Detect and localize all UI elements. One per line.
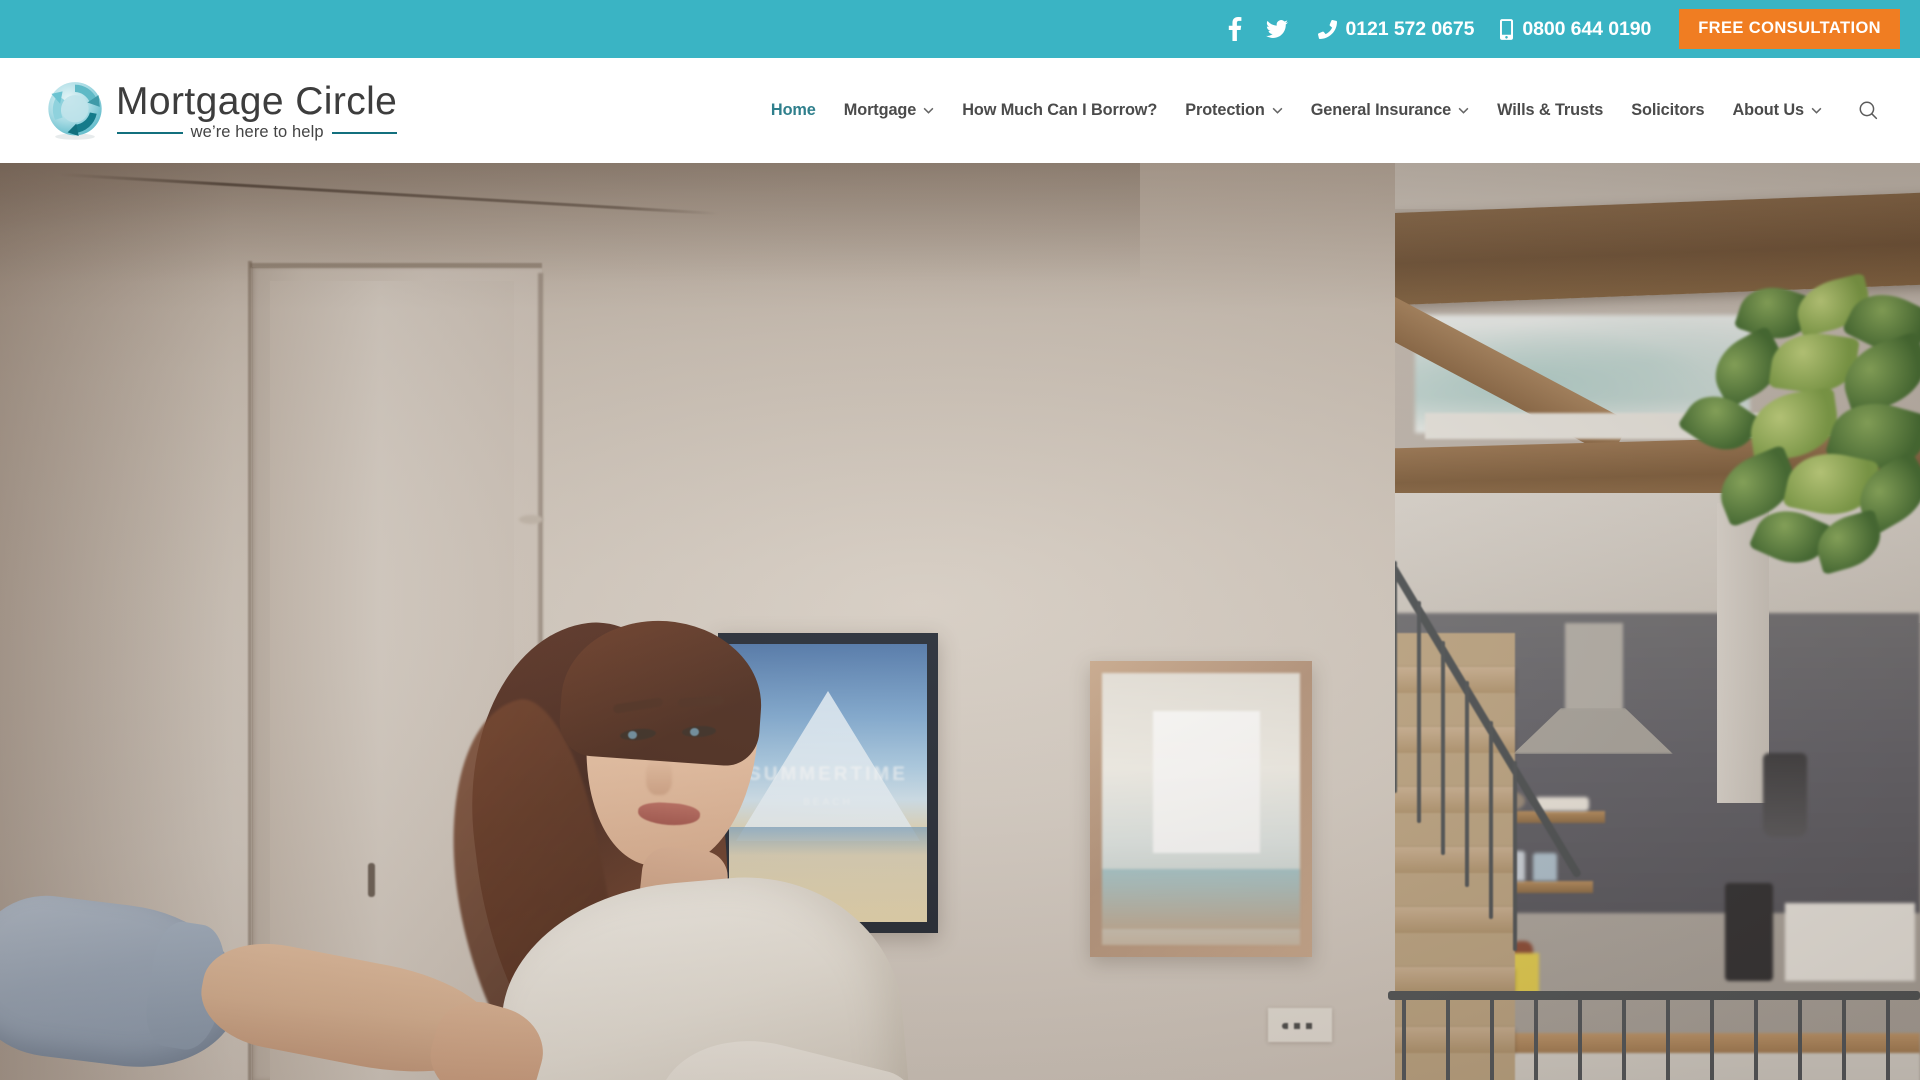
door-handle	[368, 863, 375, 897]
hero-image: SUMMERTIME BEACH	[0, 163, 1920, 1080]
primary-navigation: Home Mortgage How Much Can I Borrow? Pro…	[757, 91, 1920, 131]
landline-number: 0121 572 0675	[1345, 17, 1475, 40]
nav-label: Home	[770, 101, 816, 119]
nav-label: About Us	[1732, 101, 1804, 119]
chevron-down-icon	[923, 107, 934, 114]
logo-text-block: Mortgage Circle we’re here to help	[116, 79, 398, 142]
wall-thermostat	[1268, 1008, 1332, 1042]
nav-item-wills-and-trusts[interactable]: Wills & Trusts	[1483, 91, 1617, 130]
mobile-phone-link[interactable]: 0800 644 0190	[1500, 18, 1651, 41]
landing-railing	[1388, 991, 1920, 1080]
ceiling-spotlight	[519, 515, 543, 524]
framed-poster-wood	[1090, 661, 1312, 957]
door-header-edge	[250, 263, 542, 268]
phone-icon	[1317, 19, 1337, 39]
nav-label: Mortgage	[843, 101, 917, 119]
free-consultation-button[interactable]: FREE CONSULTATION	[1679, 9, 1900, 49]
nav-label: Protection	[1185, 101, 1265, 119]
nav-label: Wills & Trusts	[1497, 101, 1604, 119]
hero-photo-composition: SUMMERTIME BEACH	[0, 163, 1920, 1080]
woman-figure	[416, 581, 1030, 1080]
poster-sea-shape	[1102, 868, 1300, 929]
top-bar-inner: 0121 572 0675 0800 644 0190 FREE CONSULT…	[1214, 0, 1920, 58]
railing-top-rail	[1388, 991, 1920, 1000]
nav-label: Solicitors	[1631, 101, 1705, 119]
top-utility-bar: 0121 572 0675 0800 644 0190 FREE CONSULT…	[0, 0, 1920, 58]
nav-item-home[interactable]: Home	[757, 91, 830, 130]
facebook-icon[interactable]	[1220, 14, 1250, 44]
stair-balustrade	[1395, 463, 1635, 1023]
chevron-down-icon	[1811, 107, 1822, 114]
mobile-number: 0800 644 0190	[1522, 17, 1652, 40]
nav-item-general-insurance[interactable]: General Insurance	[1297, 91, 1483, 130]
nav-item-about-us[interactable]: About Us	[1718, 91, 1836, 130]
site-header: Mortgage Circle we’re here to help Home …	[0, 58, 1920, 163]
microwave-oven	[1785, 903, 1915, 981]
poster-window-shape	[1153, 711, 1261, 853]
woman-nose	[646, 759, 672, 795]
search-icon[interactable]	[1848, 91, 1888, 131]
chevron-down-icon	[1458, 107, 1469, 114]
mobile-icon	[1500, 18, 1514, 40]
nav-item-how-much-can-i-borrow[interactable]: How Much Can I Borrow?	[948, 91, 1171, 130]
nav-item-solicitors[interactable]: Solicitors	[1617, 91, 1718, 130]
landline-phone-link[interactable]: 0121 572 0675	[1317, 17, 1475, 41]
nav-label: General Insurance	[1310, 101, 1452, 119]
circular-arrows-icon	[44, 79, 106, 141]
woman-eye-highlight-right	[690, 728, 699, 736]
poster-artwork-wood	[1102, 673, 1300, 945]
logo-tagline: we’re here to help	[190, 123, 324, 142]
nav-label: How Much Can I Borrow?	[962, 101, 1158, 119]
coffee-machine	[1725, 883, 1773, 981]
site-logo[interactable]: Mortgage Circle we’re here to help	[44, 79, 398, 142]
nav-item-mortgage[interactable]: Mortgage	[830, 91, 948, 130]
nav-item-protection[interactable]: Protection	[1171, 91, 1297, 130]
chevron-down-icon	[1272, 107, 1283, 114]
tagline-rule-right	[331, 131, 398, 134]
logo-name: Mortgage Circle	[116, 79, 398, 123]
woman-eye-highlight-left	[628, 731, 637, 739]
tagline-rule-left	[117, 131, 183, 134]
twitter-icon[interactable]	[1262, 14, 1292, 44]
logo-tagline-row: we’re here to help	[116, 123, 398, 142]
kettle	[1763, 753, 1807, 837]
hanging-plant	[1600, 272, 1920, 591]
